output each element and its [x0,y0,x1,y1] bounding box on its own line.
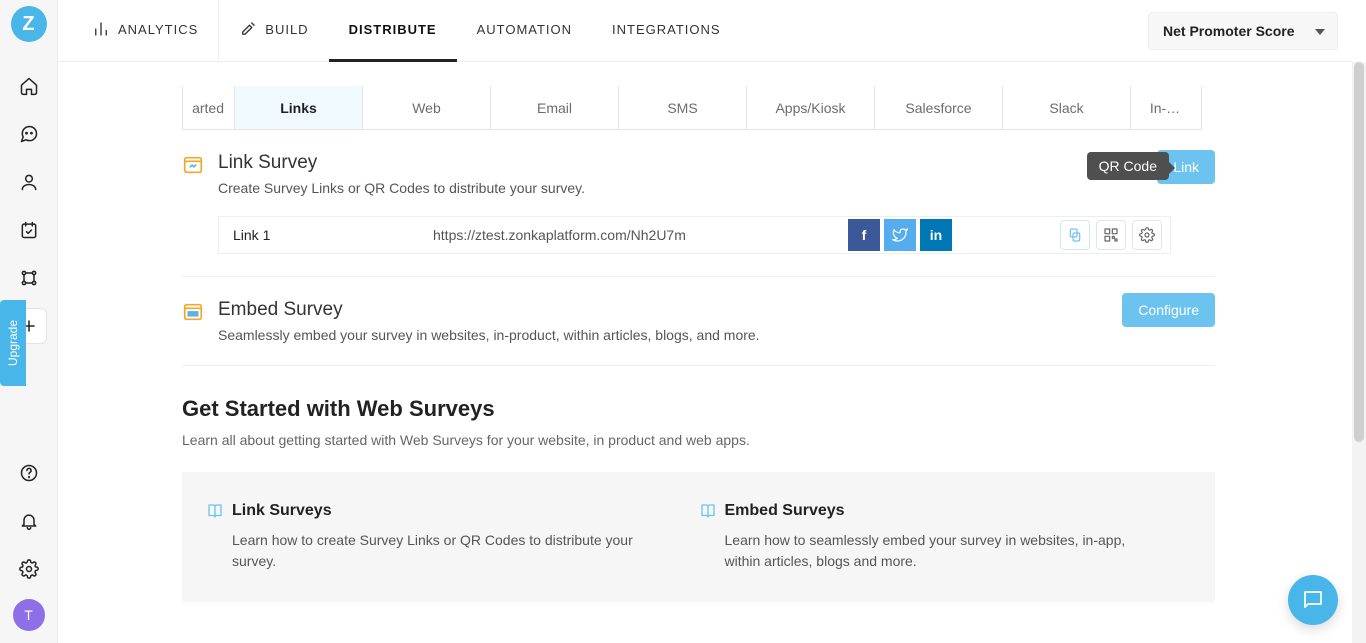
tab-sms[interactable]: SMS [619,86,747,129]
link-survey-section: Link Survey Create Survey Links or QR Co… [182,130,1215,277]
card-link-desc: Learn how to create Survey Links or QR C… [206,530,659,572]
nav-analytics[interactable]: ANALYTICS [72,0,219,62]
link-survey-desc: Create Survey Links or QR Codes to distr… [218,180,585,196]
tab-slack[interactable]: Slack [1003,86,1131,129]
survey-selector-label: Net Promoter Score [1163,23,1294,39]
topnav: ANALYTICS BUILD DISTRIBUTE AUTOMATION IN… [72,0,741,61]
nav-build-label: BUILD [265,22,308,37]
nav-notifications[interactable] [11,503,47,539]
embed-section: Embed Survey Seamlessly embed your surve… [182,277,1215,366]
getstarted-cards: Link Surveys Learn how to create Survey … [182,472,1215,602]
link-url[interactable]: https://ztest.zonkaplatform.com/Nh2U7m [419,227,834,243]
copy-link-button[interactable] [1060,220,1090,250]
card-embed-surveys[interactable]: Embed Surveys Learn how to seamlessly em… [699,502,1192,572]
logo[interactable]: Z [11,6,47,42]
user-avatar[interactable]: T [13,599,45,631]
tab-links[interactable]: Links [235,86,363,129]
tab-salesforce[interactable]: Salesforce [875,86,1003,129]
nav-distribute-label: DISTRIBUTE [349,22,437,37]
nav-build[interactable]: BUILD [219,0,328,62]
nav-tasks[interactable] [11,212,47,248]
card-link-surveys[interactable]: Link Surveys Learn how to create Survey … [206,502,699,572]
main: arted Links Web Email SMS Apps/Kiosk Sal… [58,62,1352,643]
nav-distribute[interactable]: DISTRIBUTE [329,0,457,62]
embed-icon [182,301,204,323]
twitter-share[interactable] [884,219,916,251]
chat-bubble[interactable] [1288,575,1338,625]
link-name: Link 1 [219,227,419,243]
nav-integrations[interactable]: INTEGRATIONS [592,0,741,62]
survey-selector[interactable]: Net Promoter Score [1148,12,1338,50]
link-survey-icon [182,154,204,176]
nav-analytics-label: ANALYTICS [118,22,198,37]
tab-inapp[interactable]: In-… [1131,86,1199,129]
book-icon [206,502,224,520]
link-actions [966,220,1170,250]
nav-workflows[interactable] [11,260,47,296]
linkedin-share[interactable]: in [920,219,952,251]
nav-integrations-label: INTEGRATIONS [612,22,721,37]
distribute-subtabs: arted Links Web Email SMS Apps/Kiosk Sal… [182,86,1202,130]
card-embed-title: Embed Surveys [725,502,845,520]
book-icon [699,502,717,520]
card-embed-desc: Learn how to seamlessly embed your surve… [699,530,1152,572]
link-row: Link 1 https://ztest.zonkaplatform.com/N… [218,216,1171,254]
tab-apps[interactable]: Apps/Kiosk [747,86,875,129]
link-socials: f in [834,219,966,251]
embed-title: Embed Survey [218,299,760,321]
nav-contacts[interactable] [11,164,47,200]
settings-link-button[interactable] [1132,220,1162,250]
scroll-thumb[interactable] [1354,62,1364,442]
nav-home[interactable] [11,68,47,104]
getstarted-section: Get Started with Web Surveys Learn all a… [182,396,1215,602]
tab-email[interactable]: Email [491,86,619,129]
tab-getstarted[interactable]: arted [183,86,235,129]
facebook-share[interactable]: f [848,219,880,251]
nav-settings[interactable] [11,551,47,587]
configure-button[interactable]: Configure [1122,293,1215,327]
card-link-title: Link Surveys [232,502,332,520]
nav-help[interactable] [11,455,47,491]
nav-feedback[interactable] [11,116,47,152]
upgrade-tab[interactable]: Upgrade [0,300,26,386]
getstarted-title: Get Started with Web Surveys [182,396,1215,422]
tab-web[interactable]: Web [363,86,491,129]
link-survey-title: Link Survey [218,152,585,174]
nav-automation-label: AUTOMATION [477,22,572,37]
topbar: ANALYTICS BUILD DISTRIBUTE AUTOMATION IN… [58,0,1352,62]
embed-desc: Seamlessly embed your survey in websites… [218,327,760,343]
getstarted-desc: Learn all about getting started with Web… [182,432,1215,448]
qr-tooltip: QR Code [1087,152,1169,180]
scrollbar[interactable] [1352,62,1366,643]
qr-code-button[interactable] [1096,220,1126,250]
nav-automation[interactable]: AUTOMATION [457,0,592,62]
